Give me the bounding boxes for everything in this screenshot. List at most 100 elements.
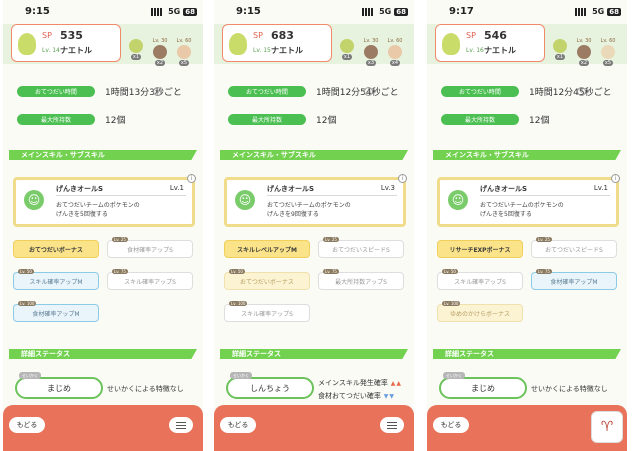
nature-pill[interactable]: まじめ <box>15 377 103 399</box>
ingredient-icon <box>153 45 167 59</box>
skill-info-icon[interactable]: i <box>611 174 620 183</box>
subskill-button[interactable]: おてつだいボーナス <box>13 240 99 258</box>
up-arrows-icon: ▲▲ <box>387 380 403 387</box>
pokemon-card[interactable]: SP 535 Lv. 14 ナエトル <box>11 24 121 62</box>
ingredient-item: x1 <box>551 38 569 60</box>
back-button[interactable]: もどる <box>433 417 469 433</box>
menu-line-icon <box>176 428 186 429</box>
back-button[interactable]: もどる <box>220 417 256 433</box>
skill-divider <box>267 195 397 196</box>
subskill-label: おてつだいスピードS <box>545 246 603 254</box>
signal-icon <box>575 7 590 16</box>
ingredient-icon <box>577 45 591 59</box>
menu-button[interactable] <box>380 417 404 433</box>
status-time: 9:15 <box>25 6 50 17</box>
subskill-label: おてつだいスピードS <box>332 246 390 254</box>
help-time-value: 1時間13分3秒ごと <box>105 87 182 98</box>
skill-level: Lv.3 <box>380 184 395 192</box>
subskill-label: リサーチEXPボーナス <box>449 246 511 254</box>
subskill-label: スキル確率アップM <box>29 278 83 286</box>
sp-label: SP <box>253 31 263 40</box>
info-icon[interactable]: i <box>364 87 373 96</box>
phone-screen: 9:15 5G 68 SP 535 Lv. 14 ナエトル x1 Lv. 30 x2 Lv. 60 x… <box>3 0 203 451</box>
ingredient-count: x2 <box>154 60 166 66</box>
menu-button[interactable] <box>169 417 193 433</box>
subskill-button[interactable]: Lv. 75 スキル確率アップS <box>107 269 193 290</box>
subskill-button[interactable]: Lv. 100 食材確率アップM <box>13 301 99 322</box>
section-skills-header: メインスキル・サブスキル <box>220 150 408 160</box>
signal-icon <box>151 7 166 16</box>
skill-name: げんきオールS <box>56 185 104 193</box>
ingredient-item: Lv. 30 x3 <box>362 38 380 66</box>
status-bar: 9:17 5G 68 <box>427 0 627 24</box>
ingredient-icon <box>553 39 567 53</box>
max-carry-label: 最大所持数 <box>228 113 306 125</box>
down-arrows-icon: ▼▼ <box>380 393 396 400</box>
ingredient-item: Lv. 60 x5 <box>175 38 193 66</box>
footer-bar: もどる <box>214 405 414 451</box>
subskill-button[interactable]: Lv. 25 食材確率アップS <box>107 237 193 258</box>
nature-effect: せいかくによる特徴なし <box>531 385 608 393</box>
status-bar: 9:15 5G 68 <box>3 0 203 24</box>
help-time-label: おてつだい時間 <box>17 85 95 97</box>
skill-description: おてつだいチームのポケモンの げんきを5回復する <box>56 202 140 218</box>
network-label: 5G <box>168 7 181 16</box>
subskill-button[interactable]: Lv. 25 おてつだいスピードS <box>318 237 404 258</box>
status-indicators: 5G 68 <box>575 7 621 16</box>
skill-info-icon[interactable]: i <box>187 174 196 183</box>
pokemon-card[interactable]: SP 546 Lv. 16 ナエトル <box>435 24 545 62</box>
subskill-button[interactable]: Lv. 50 スキル確率アップM <box>13 269 99 290</box>
level-badge: Lv. 14 <box>42 47 60 54</box>
ingredient-count: x3 <box>365 60 377 66</box>
ingredient-icon <box>364 45 378 59</box>
subskill-unlock-level: Lv. 50 <box>18 269 34 274</box>
menu-line-icon <box>387 422 397 423</box>
ingredient-count: x5 <box>178 60 190 66</box>
skill-divider <box>480 195 610 196</box>
subskill-button[interactable]: リサーチEXPボーナス <box>437 240 523 258</box>
main-skill-box[interactable]: ☺ げんきオールS Lv.1 おてつだいチームのポケモンの げんきを5回復する i <box>437 174 620 227</box>
subskill-unlock-level: Lv. 100 <box>229 301 248 306</box>
main-skill-box[interactable]: ☺ げんきオールS Lv.1 おてつだいチームのポケモンの げんきを5回復する i <box>13 174 196 227</box>
back-button[interactable]: もどる <box>9 417 45 433</box>
battery-icon: 68 <box>183 7 197 16</box>
max-carry-row: 最大所持数 12個 <box>441 113 549 126</box>
ingredient-list: x1 Lv. 30 x2 Lv. 60 x5 <box>127 38 203 74</box>
ingredient-level: Lv. 60 <box>387 38 403 44</box>
pokemon-card[interactable]: SP 683 Lv. 15 ナエトル <box>222 24 332 62</box>
subskill-label: おてつだいボーナス <box>29 246 83 254</box>
nature-pill[interactable]: しんちょう <box>226 377 314 399</box>
sp-label: SP <box>42 31 52 40</box>
pokemon-name: ナエトル <box>271 46 303 55</box>
status-indicators: 5G 68 <box>362 7 408 16</box>
skill-info-icon[interactable]: i <box>398 174 407 183</box>
help-time-label: おてつだい時間 <box>228 85 306 97</box>
help-time-row: おてつだい時間 1時間13分3秒ごと <box>17 85 182 98</box>
level-badge: Lv. 16 <box>466 47 484 54</box>
subskill-button[interactable]: Lv. 100 ゆめのかけらボーナス <box>437 301 523 322</box>
nature-pill[interactable]: まじめ <box>439 377 527 399</box>
max-carry-row: 最大所持数 12個 <box>17 113 125 126</box>
subskill-button[interactable]: Lv. 75 最大所持数アップS <box>318 269 404 290</box>
ingredient-count: x2 <box>578 60 590 66</box>
max-carry-label: 最大所持数 <box>441 113 519 125</box>
max-carry-value: 12個 <box>529 115 550 126</box>
info-icon[interactable]: i <box>577 87 586 96</box>
subskill-button[interactable]: Lv. 50 おてつだいボーナス <box>224 269 310 290</box>
subskill-button[interactable]: Lv. 25 おてつだいスピードS <box>531 237 617 258</box>
subskill-button[interactable]: Lv. 50 スキル確率アップS <box>437 269 523 290</box>
subskill-button[interactable]: スキルレベルアップM <box>224 240 310 258</box>
skill-icon: ☺ <box>24 190 44 210</box>
subskill-button[interactable]: Lv. 100 スキル確率アップS <box>224 301 310 322</box>
subskill-label: 食材確率アップM <box>550 278 598 286</box>
help-time-row: おてつだい時間 1時間12分54秒ごと <box>228 85 399 98</box>
skill-icon: ☺ <box>235 190 255 210</box>
ingredient-icon <box>340 39 354 53</box>
sp-label: SP <box>466 31 476 40</box>
subskill-button[interactable]: Lv. 75 食材確率アップM <box>531 269 617 290</box>
skill-description: おてつだいチームのポケモンの げんきを5回復する <box>480 202 564 218</box>
section-skills-header: メインスキル・サブスキル <box>9 150 197 160</box>
subskill-unlock-level: Lv. 25 <box>112 237 128 242</box>
info-icon[interactable]: i <box>153 87 162 96</box>
main-skill-box[interactable]: ☺ げんきオールS Lv.3 おてつだいチームのポケモンの げんきを9回復する i <box>224 174 407 227</box>
